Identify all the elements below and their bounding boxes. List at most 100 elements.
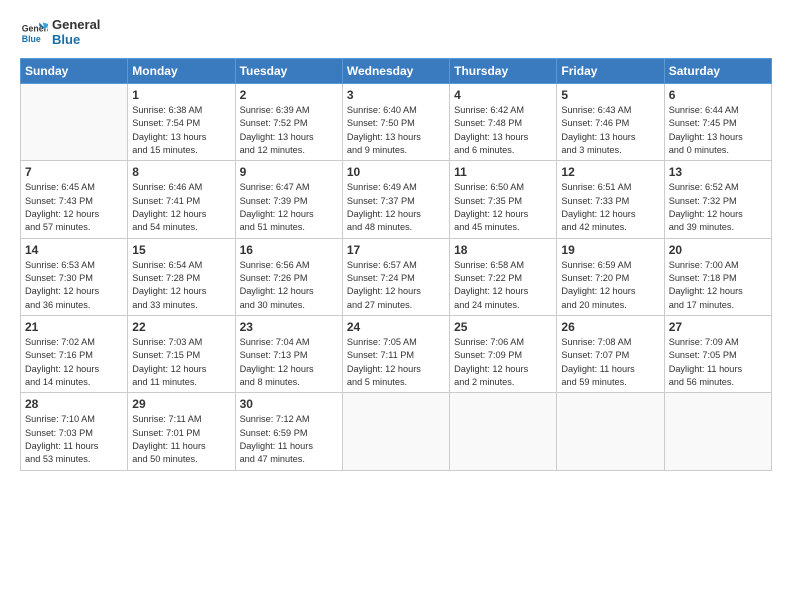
day-number: 27 (669, 320, 767, 334)
day-info: Sunrise: 6:56 AM Sunset: 7:26 PM Dayligh… (240, 259, 338, 312)
day-number: 7 (25, 165, 123, 179)
day-number: 18 (454, 243, 552, 257)
calendar-cell: 29 Sunrise: 7:11 AM Sunset: 7:01 PM Dayli… (128, 393, 235, 470)
day-number: 15 (132, 243, 230, 257)
calendar-cell (450, 393, 557, 470)
day-info: Sunrise: 6:50 AM Sunset: 7:35 PM Dayligh… (454, 181, 552, 234)
calendar-table: SundayMondayTuesdayWednesdayThursdayFrid… (20, 58, 772, 471)
column-header-saturday: Saturday (664, 58, 771, 83)
calendar-header-row: SundayMondayTuesdayWednesdayThursdayFrid… (21, 58, 772, 83)
day-number: 2 (240, 88, 338, 102)
day-number: 11 (454, 165, 552, 179)
day-number: 12 (561, 165, 659, 179)
day-number: 20 (669, 243, 767, 257)
day-info: Sunrise: 6:52 AM Sunset: 7:32 PM Dayligh… (669, 181, 767, 234)
calendar-cell: 9Sunrise: 6:47 AM Sunset: 7:39 PM Daylig… (235, 161, 342, 238)
calendar-cell: 5 Sunrise: 6:43 AM Sunset: 7:46 PM Daylig… (557, 83, 664, 160)
calendar-cell: 15 Sunrise: 6:54 AM Sunset: 7:28 PM Dayli… (128, 238, 235, 315)
day-number: 8 (132, 165, 230, 179)
day-number: 4 (454, 88, 552, 102)
day-info: Sunrise: 7:09 AM Sunset: 7:05 PM Dayligh… (669, 336, 767, 389)
calendar-cell: 25Sunrise: 7:06 AM Sunset: 7:09 PM Dayli… (450, 316, 557, 393)
day-number: 26 (561, 320, 659, 334)
svg-text:Blue: Blue (22, 34, 41, 44)
day-number: 23 (240, 320, 338, 334)
calendar-cell: 2 Sunrise: 6:39 AM Sunset: 7:52 PM Daylig… (235, 83, 342, 160)
calendar-cell: 21 Sunrise: 7:02 AM Sunset: 7:16 PM Dayli… (21, 316, 128, 393)
day-number: 21 (25, 320, 123, 334)
day-info: Sunrise: 6:39 AM Sunset: 7:52 PM Dayligh… (240, 104, 338, 157)
calendar-cell: 16Sunrise: 6:56 AM Sunset: 7:26 PM Dayli… (235, 238, 342, 315)
column-header-wednesday: Wednesday (342, 58, 449, 83)
day-info: Sunrise: 6:44 AM Sunset: 7:45 PM Dayligh… (669, 104, 767, 157)
day-info: Sunrise: 7:02 AM Sunset: 7:16 PM Dayligh… (25, 336, 123, 389)
day-info: Sunrise: 6:46 AM Sunset: 7:41 PM Dayligh… (132, 181, 230, 234)
day-info: Sunrise: 7:12 AM Sunset: 6:59 PM Dayligh… (240, 413, 338, 466)
day-info: Sunrise: 7:10 AM Sunset: 7:03 PM Dayligh… (25, 413, 123, 466)
calendar-cell (664, 393, 771, 470)
calendar-body: 1Sunrise: 6:38 AM Sunset: 7:54 PM Daylig… (21, 83, 772, 470)
day-number: 30 (240, 397, 338, 411)
week-row-5: 28 Sunrise: 7:10 AM Sunset: 7:03 PM Dayli… (21, 393, 772, 470)
day-info: Sunrise: 6:43 AM Sunset: 7:46 PM Dayligh… (561, 104, 659, 157)
day-number: 25 (454, 320, 552, 334)
day-info: Sunrise: 6:51 AM Sunset: 7:33 PM Dayligh… (561, 181, 659, 234)
calendar-cell: 28 Sunrise: 7:10 AM Sunset: 7:03 PM Dayli… (21, 393, 128, 470)
calendar-cell: 20 Sunrise: 7:00 AM Sunset: 7:18 PM Dayli… (664, 238, 771, 315)
day-info: Sunrise: 6:38 AM Sunset: 7:54 PM Dayligh… (132, 104, 230, 157)
logo-blue: Blue (52, 33, 100, 48)
calendar-cell: 18 Sunrise: 6:58 AM Sunset: 7:22 PM Dayli… (450, 238, 557, 315)
day-number: 29 (132, 397, 230, 411)
calendar-cell: 24 Sunrise: 7:05 AM Sunset: 7:11 PM Dayli… (342, 316, 449, 393)
week-row-4: 21 Sunrise: 7:02 AM Sunset: 7:16 PM Dayli… (21, 316, 772, 393)
calendar-cell: 1Sunrise: 6:38 AM Sunset: 7:54 PM Daylig… (128, 83, 235, 160)
calendar-cell: 30 Sunrise: 7:12 AM Sunset: 6:59 PM Dayli… (235, 393, 342, 470)
column-header-friday: Friday (557, 58, 664, 83)
day-info: Sunrise: 7:00 AM Sunset: 7:18 PM Dayligh… (669, 259, 767, 312)
column-header-tuesday: Tuesday (235, 58, 342, 83)
day-number: 24 (347, 320, 445, 334)
day-number: 17 (347, 243, 445, 257)
day-number: 19 (561, 243, 659, 257)
calendar-cell: 7Sunrise: 6:45 AM Sunset: 7:43 PM Daylig… (21, 161, 128, 238)
calendar-cell: 3Sunrise: 6:40 AM Sunset: 7:50 PM Daylig… (342, 83, 449, 160)
calendar-cell (342, 393, 449, 470)
day-info: Sunrise: 6:49 AM Sunset: 7:37 PM Dayligh… (347, 181, 445, 234)
day-number: 28 (25, 397, 123, 411)
logo: General Blue General Blue (20, 18, 100, 48)
logo-icon: General Blue (20, 19, 48, 47)
day-info: Sunrise: 7:08 AM Sunset: 7:07 PM Dayligh… (561, 336, 659, 389)
calendar-cell (21, 83, 128, 160)
calendar-cell: 14Sunrise: 6:53 AM Sunset: 7:30 PM Dayli… (21, 238, 128, 315)
day-info: Sunrise: 7:05 AM Sunset: 7:11 PM Dayligh… (347, 336, 445, 389)
day-info: Sunrise: 6:54 AM Sunset: 7:28 PM Dayligh… (132, 259, 230, 312)
calendar-cell (557, 393, 664, 470)
day-number: 5 (561, 88, 659, 102)
week-row-2: 7Sunrise: 6:45 AM Sunset: 7:43 PM Daylig… (21, 161, 772, 238)
day-number: 14 (25, 243, 123, 257)
column-header-sunday: Sunday (21, 58, 128, 83)
day-info: Sunrise: 7:11 AM Sunset: 7:01 PM Dayligh… (132, 413, 230, 466)
day-info: Sunrise: 6:42 AM Sunset: 7:48 PM Dayligh… (454, 104, 552, 157)
day-number: 6 (669, 88, 767, 102)
calendar-cell: 12 Sunrise: 6:51 AM Sunset: 7:33 PM Dayli… (557, 161, 664, 238)
logo-general: General (52, 18, 100, 33)
calendar-cell: 22Sunrise: 7:03 AM Sunset: 7:15 PM Dayli… (128, 316, 235, 393)
calendar-cell: 23Sunrise: 7:04 AM Sunset: 7:13 PM Dayli… (235, 316, 342, 393)
calendar-cell: 8 Sunrise: 6:46 AM Sunset: 7:41 PM Daylig… (128, 161, 235, 238)
calendar-cell: 17 Sunrise: 6:57 AM Sunset: 7:24 PM Dayli… (342, 238, 449, 315)
day-number: 22 (132, 320, 230, 334)
calendar-cell: 27 Sunrise: 7:09 AM Sunset: 7:05 PM Dayli… (664, 316, 771, 393)
calendar-cell: 6 Sunrise: 6:44 AM Sunset: 7:45 PM Daylig… (664, 83, 771, 160)
day-number: 10 (347, 165, 445, 179)
day-info: Sunrise: 6:59 AM Sunset: 7:20 PM Dayligh… (561, 259, 659, 312)
calendar-cell: 4 Sunrise: 6:42 AM Sunset: 7:48 PM Daylig… (450, 83, 557, 160)
week-row-1: 1Sunrise: 6:38 AM Sunset: 7:54 PM Daylig… (21, 83, 772, 160)
day-number: 9 (240, 165, 338, 179)
page-header: General Blue General Blue (20, 18, 772, 48)
day-info: Sunrise: 6:40 AM Sunset: 7:50 PM Dayligh… (347, 104, 445, 157)
column-header-monday: Monday (128, 58, 235, 83)
day-info: Sunrise: 6:57 AM Sunset: 7:24 PM Dayligh… (347, 259, 445, 312)
day-info: Sunrise: 6:58 AM Sunset: 7:22 PM Dayligh… (454, 259, 552, 312)
column-header-thursday: Thursday (450, 58, 557, 83)
